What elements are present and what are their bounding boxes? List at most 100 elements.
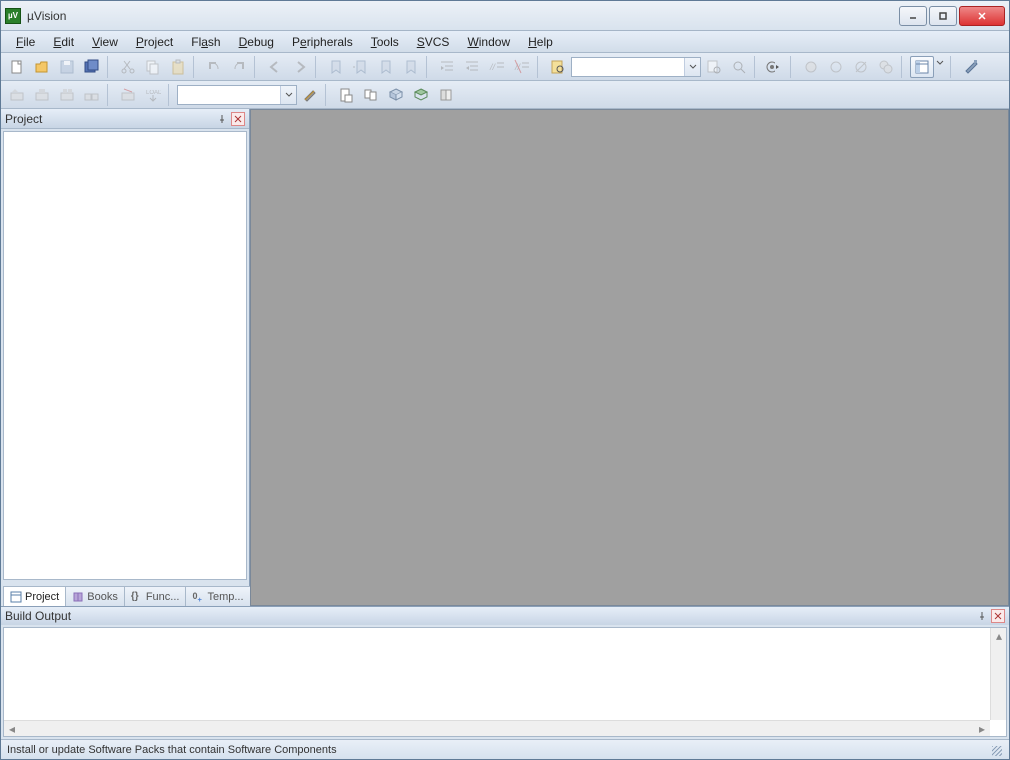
menu-help[interactable]: Help bbox=[521, 33, 560, 51]
tab-books[interactable]: Books bbox=[65, 586, 125, 606]
configure-button[interactable] bbox=[959, 56, 983, 78]
nav-forward-button[interactable] bbox=[288, 56, 312, 78]
maximize-button[interactable] bbox=[929, 6, 957, 26]
menu-tools[interactable]: Tools bbox=[364, 33, 406, 51]
target-options-button[interactable] bbox=[298, 84, 322, 106]
breakpoint-kill-button[interactable] bbox=[874, 56, 898, 78]
build-output-title: Build Output bbox=[5, 609, 71, 623]
tab-label: Books bbox=[87, 591, 118, 603]
tab-label: Project bbox=[25, 591, 59, 603]
app-icon: µV bbox=[5, 8, 21, 24]
toolbar-separator bbox=[325, 84, 331, 106]
runtime-env-button[interactable] bbox=[409, 84, 433, 106]
nav-back-button[interactable] bbox=[263, 56, 287, 78]
batch-build-button[interactable] bbox=[80, 84, 104, 106]
project-panel-header[interactable]: Project bbox=[1, 109, 249, 129]
statusbar: Install or update Software Packs that co… bbox=[1, 739, 1009, 759]
manage-multi-button[interactable] bbox=[359, 84, 383, 106]
scroll-left-icon[interactable]: ◂ bbox=[4, 721, 20, 737]
save-button[interactable] bbox=[55, 56, 79, 78]
pin-icon[interactable] bbox=[975, 609, 989, 623]
save-all-button[interactable] bbox=[80, 56, 104, 78]
menu-flash[interactable]: Flash bbox=[184, 33, 227, 51]
copy-button[interactable] bbox=[141, 56, 165, 78]
toolbar-main: // // bbox=[1, 53, 1009, 81]
pack-installer-button[interactable] bbox=[384, 84, 408, 106]
toolbar-separator bbox=[901, 56, 907, 78]
find-combo[interactable] bbox=[571, 57, 701, 77]
scrollbar-horizontal[interactable]: ◂ ▸ bbox=[4, 720, 990, 736]
menu-peripherals[interactable]: Peripherals bbox=[285, 33, 360, 51]
scroll-up-icon[interactable]: ▴ bbox=[991, 628, 1007, 644]
paste-button[interactable] bbox=[166, 56, 190, 78]
file-ext-button[interactable] bbox=[334, 84, 358, 106]
menu-svcs[interactable]: SVCS bbox=[410, 33, 457, 51]
indent-button[interactable] bbox=[435, 56, 459, 78]
open-file-button[interactable] bbox=[30, 56, 54, 78]
menu-window[interactable]: Window bbox=[460, 33, 517, 51]
redo-button[interactable] bbox=[227, 56, 251, 78]
menu-view[interactable]: View bbox=[85, 33, 125, 51]
breakpoint-enable-button[interactable] bbox=[824, 56, 848, 78]
incremental-find-button[interactable] bbox=[727, 56, 751, 78]
find-next-button[interactable] bbox=[702, 56, 726, 78]
build-output-text[interactable]: ▴ ◂ ▸ bbox=[3, 627, 1007, 737]
chevron-down-icon[interactable] bbox=[280, 86, 296, 104]
find-in-files-button[interactable] bbox=[546, 56, 570, 78]
tab-functions[interactable]: {} Func... bbox=[124, 586, 187, 606]
close-panel-button[interactable] bbox=[991, 609, 1005, 623]
window-layout-dropdown[interactable] bbox=[935, 56, 947, 78]
toolbar-separator bbox=[315, 56, 321, 78]
scrollbar-vertical[interactable]: ▴ bbox=[990, 628, 1006, 720]
bookmark-clear-button[interactable] bbox=[399, 56, 423, 78]
debug-session-button[interactable] bbox=[763, 56, 787, 78]
resize-grip-icon[interactable] bbox=[989, 743, 1003, 757]
target-combo[interactable] bbox=[177, 85, 297, 105]
uncomment-button[interactable]: // bbox=[510, 56, 534, 78]
undo-button[interactable] bbox=[202, 56, 226, 78]
window-title: µVision bbox=[27, 9, 899, 23]
project-tree[interactable] bbox=[3, 131, 247, 580]
cut-button[interactable] bbox=[116, 56, 140, 78]
toolbar-separator bbox=[168, 84, 174, 106]
editor-area[interactable] bbox=[250, 109, 1009, 606]
breakpoint-disable-button[interactable] bbox=[849, 56, 873, 78]
close-panel-button[interactable] bbox=[231, 112, 245, 126]
menu-file[interactable]: File bbox=[9, 33, 42, 51]
project-panel-title: Project bbox=[5, 112, 42, 126]
toolbar-separator bbox=[754, 56, 760, 78]
comment-button[interactable]: // bbox=[485, 56, 509, 78]
build-output-panel: Build Output ▴ ◂ ▸ bbox=[1, 606, 1009, 739]
tab-project[interactable]: Project bbox=[3, 586, 66, 606]
scroll-right-icon[interactable]: ▸ bbox=[974, 721, 990, 737]
toolbar-separator bbox=[107, 84, 113, 106]
new-file-button[interactable] bbox=[5, 56, 29, 78]
breakpoint-insert-button[interactable] bbox=[799, 56, 823, 78]
tab-templates[interactable]: 0+ Temp... bbox=[185, 586, 250, 606]
bookmark-prev-button[interactable] bbox=[349, 56, 373, 78]
project-icon bbox=[10, 591, 22, 603]
chevron-down-icon[interactable] bbox=[684, 58, 700, 76]
download-button[interactable]: LOAD bbox=[141, 84, 165, 106]
toolbar-build: LOAD bbox=[1, 81, 1009, 109]
build-output-header[interactable]: Build Output bbox=[1, 607, 1009, 625]
menu-debug[interactable]: Debug bbox=[232, 33, 281, 51]
build-button[interactable] bbox=[30, 84, 54, 106]
close-button[interactable] bbox=[959, 6, 1005, 26]
translate-button[interactable] bbox=[5, 84, 29, 106]
outdent-button[interactable] bbox=[460, 56, 484, 78]
menu-project[interactable]: Project bbox=[129, 33, 180, 51]
toolbar-separator bbox=[950, 56, 956, 78]
menu-edit[interactable]: Edit bbox=[46, 33, 81, 51]
toolbar-separator bbox=[254, 56, 260, 78]
bookmark-toggle-button[interactable] bbox=[324, 56, 348, 78]
stop-build-button[interactable] bbox=[116, 84, 140, 106]
titlebar[interactable]: µV µVision bbox=[1, 1, 1009, 31]
minimize-button[interactable] bbox=[899, 6, 927, 26]
rebuild-button[interactable] bbox=[55, 84, 79, 106]
status-text: Install or update Software Packs that co… bbox=[7, 744, 337, 756]
books-manage-button[interactable] bbox=[434, 84, 458, 106]
window-layout-button[interactable] bbox=[910, 56, 934, 78]
bookmark-next-button[interactable] bbox=[374, 56, 398, 78]
pin-icon[interactable] bbox=[215, 112, 229, 126]
